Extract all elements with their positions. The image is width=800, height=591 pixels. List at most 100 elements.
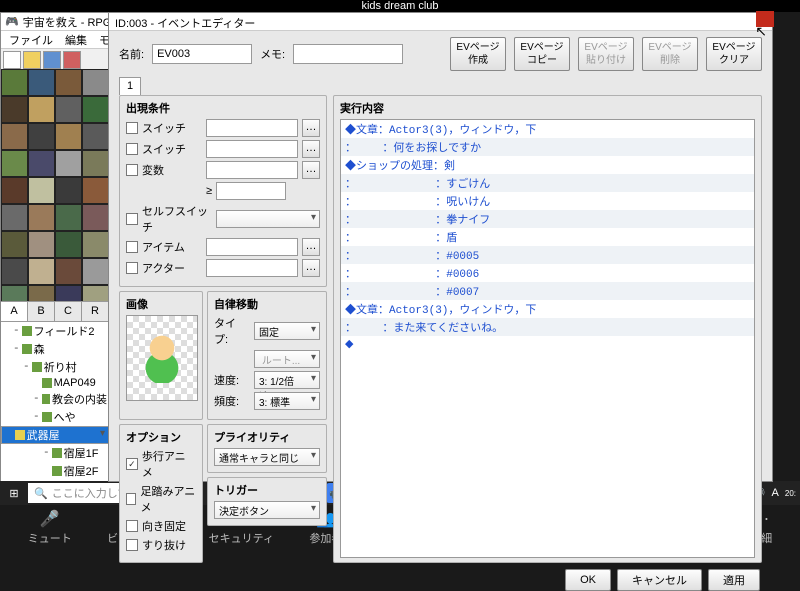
tree-item[interactable]: -森 — [1, 340, 109, 358]
selfswitch-select[interactable] — [216, 210, 320, 228]
tile[interactable] — [1, 177, 28, 204]
tile[interactable] — [1, 150, 28, 177]
tray-time[interactable]: 20: — [785, 489, 796, 498]
zoom-ミュート[interactable]: 🎤ミュート — [28, 510, 72, 546]
tiletab-r[interactable]: R — [82, 302, 109, 321]
tile[interactable] — [82, 150, 109, 177]
tiletab-c[interactable]: C — [55, 302, 82, 321]
tiletab-b[interactable]: B — [28, 302, 55, 321]
tile[interactable] — [1, 96, 28, 123]
priority-select[interactable]: 通常キャラと同じ — [214, 448, 320, 466]
tile[interactable] — [28, 231, 55, 258]
tile[interactable] — [1, 123, 28, 150]
command-line[interactable]: ◆文章：Actor3(3)，ウィンドウ，下 — [341, 300, 754, 318]
tile[interactable] — [28, 204, 55, 231]
tree-item[interactable]: -教会の内装 — [1, 390, 109, 408]
command-line[interactable]: ◆ — [341, 336, 754, 352]
tile[interactable] — [28, 150, 55, 177]
command-line[interactable]: ： ：#0007 — [341, 282, 754, 300]
memo-input[interactable] — [293, 44, 403, 64]
tileset-palette[interactable] — [1, 69, 109, 301]
route-button[interactable]: ルート... — [254, 350, 320, 368]
tile[interactable] — [28, 96, 55, 123]
speed-select[interactable]: 3: 1/2倍速 — [254, 371, 320, 389]
item-check[interactable] — [126, 241, 138, 253]
apply-button[interactable]: 適用 — [708, 569, 760, 591]
tile[interactable] — [28, 258, 55, 285]
variable-check[interactable] — [126, 164, 138, 176]
tile[interactable] — [55, 204, 82, 231]
cancel-button[interactable]: キャンセル — [617, 569, 702, 591]
tile[interactable] — [82, 231, 109, 258]
tile[interactable] — [1, 69, 28, 96]
command-line[interactable]: ◆文章：Actor3(3)，ウィンドウ，下 — [341, 120, 754, 138]
map-tree[interactable]: -フィールド2-森-祈り村 MAP049-教会の内装-へや 武器屋-宿屋1F 宿… — [1, 321, 109, 481]
tile[interactable] — [55, 96, 82, 123]
tile[interactable] — [1, 285, 28, 301]
tile[interactable] — [55, 231, 82, 258]
evpage-create-button[interactable]: EVページ 作成 — [450, 37, 506, 71]
switch1-field[interactable] — [206, 119, 298, 137]
switch1-picker[interactable]: … — [302, 119, 320, 137]
menu-edit[interactable]: 編集 — [65, 32, 87, 48]
command-line[interactable]: ： ：#0005 — [341, 246, 754, 264]
item-field[interactable] — [206, 238, 298, 256]
tree-item[interactable]: MAP049 — [1, 376, 109, 390]
tile[interactable] — [1, 204, 28, 231]
actor-check[interactable] — [126, 262, 138, 274]
tile[interactable] — [28, 177, 55, 204]
actor-field[interactable] — [206, 259, 298, 277]
command-line[interactable]: ： ：呪いけん — [341, 192, 754, 210]
command-list[interactable]: ◆文章：Actor3(3)，ウィンドウ，下： ：何をお探しですか◆ショップの処理… — [340, 119, 755, 558]
tile[interactable] — [55, 177, 82, 204]
command-line[interactable]: ： ：また来てくださいね。 — [341, 318, 754, 336]
toolbar-save[interactable] — [43, 51, 61, 69]
toolbar-close[interactable] — [63, 51, 81, 69]
evpage-clear-button[interactable]: EVページ クリア — [706, 37, 762, 71]
tile[interactable] — [28, 69, 55, 96]
tray-ime-icon[interactable]: A — [772, 487, 779, 499]
tile[interactable] — [82, 96, 109, 123]
item-picker[interactable]: … — [302, 238, 320, 256]
command-line[interactable]: ： ：#0006 — [341, 264, 754, 282]
tile[interactable] — [55, 150, 82, 177]
actor-picker[interactable]: … — [302, 259, 320, 277]
toolbar-open[interactable] — [23, 51, 41, 69]
tree-item[interactable]: -祈り村 — [1, 358, 109, 376]
tile[interactable] — [82, 258, 109, 285]
toolbar-new[interactable] — [3, 51, 21, 69]
tree-item[interactable]: 宿屋2F — [1, 462, 109, 480]
tree-item[interactable]: -フィールド2 — [1, 322, 109, 340]
switch2-check[interactable] — [126, 143, 138, 155]
menu-file[interactable]: ファイル — [9, 32, 53, 48]
selfswitch-check[interactable] — [126, 213, 138, 225]
name-input[interactable] — [152, 44, 252, 64]
command-line[interactable]: ： ：拳ナイフ — [341, 210, 754, 228]
freq-select[interactable]: 3: 標準 — [254, 392, 320, 410]
tile[interactable] — [82, 123, 109, 150]
tile[interactable] — [1, 231, 28, 258]
command-line[interactable]: ： ：何をお探しですか — [341, 138, 754, 156]
through-check[interactable] — [126, 539, 138, 551]
command-line[interactable]: ： ：すごけん — [341, 174, 754, 192]
tile[interactable] — [82, 285, 109, 301]
tree-item[interactable]: -宿屋1F — [1, 444, 109, 462]
tile[interactable] — [1, 258, 28, 285]
command-line[interactable]: ◆ショップの処理：剣 — [341, 156, 754, 174]
tile[interactable] — [28, 123, 55, 150]
tiletab-a[interactable]: A — [1, 302, 28, 321]
tree-item[interactable]: 武器屋 — [1, 426, 109, 444]
command-line[interactable]: ： ：盾 — [341, 228, 754, 246]
tile[interactable] — [28, 285, 55, 301]
variable-value-field[interactable] — [216, 182, 286, 200]
walk-check[interactable] — [126, 458, 138, 470]
tile[interactable] — [82, 204, 109, 231]
type-select[interactable]: 固定 — [254, 322, 320, 340]
switch1-check[interactable] — [126, 122, 138, 134]
switch2-field[interactable] — [206, 140, 298, 158]
switch2-picker[interactable]: … — [302, 140, 320, 158]
tile[interactable] — [55, 285, 82, 301]
tile[interactable] — [55, 258, 82, 285]
start-button[interactable]: ⊞ — [4, 483, 24, 503]
ok-button[interactable]: OK — [565, 569, 611, 591]
